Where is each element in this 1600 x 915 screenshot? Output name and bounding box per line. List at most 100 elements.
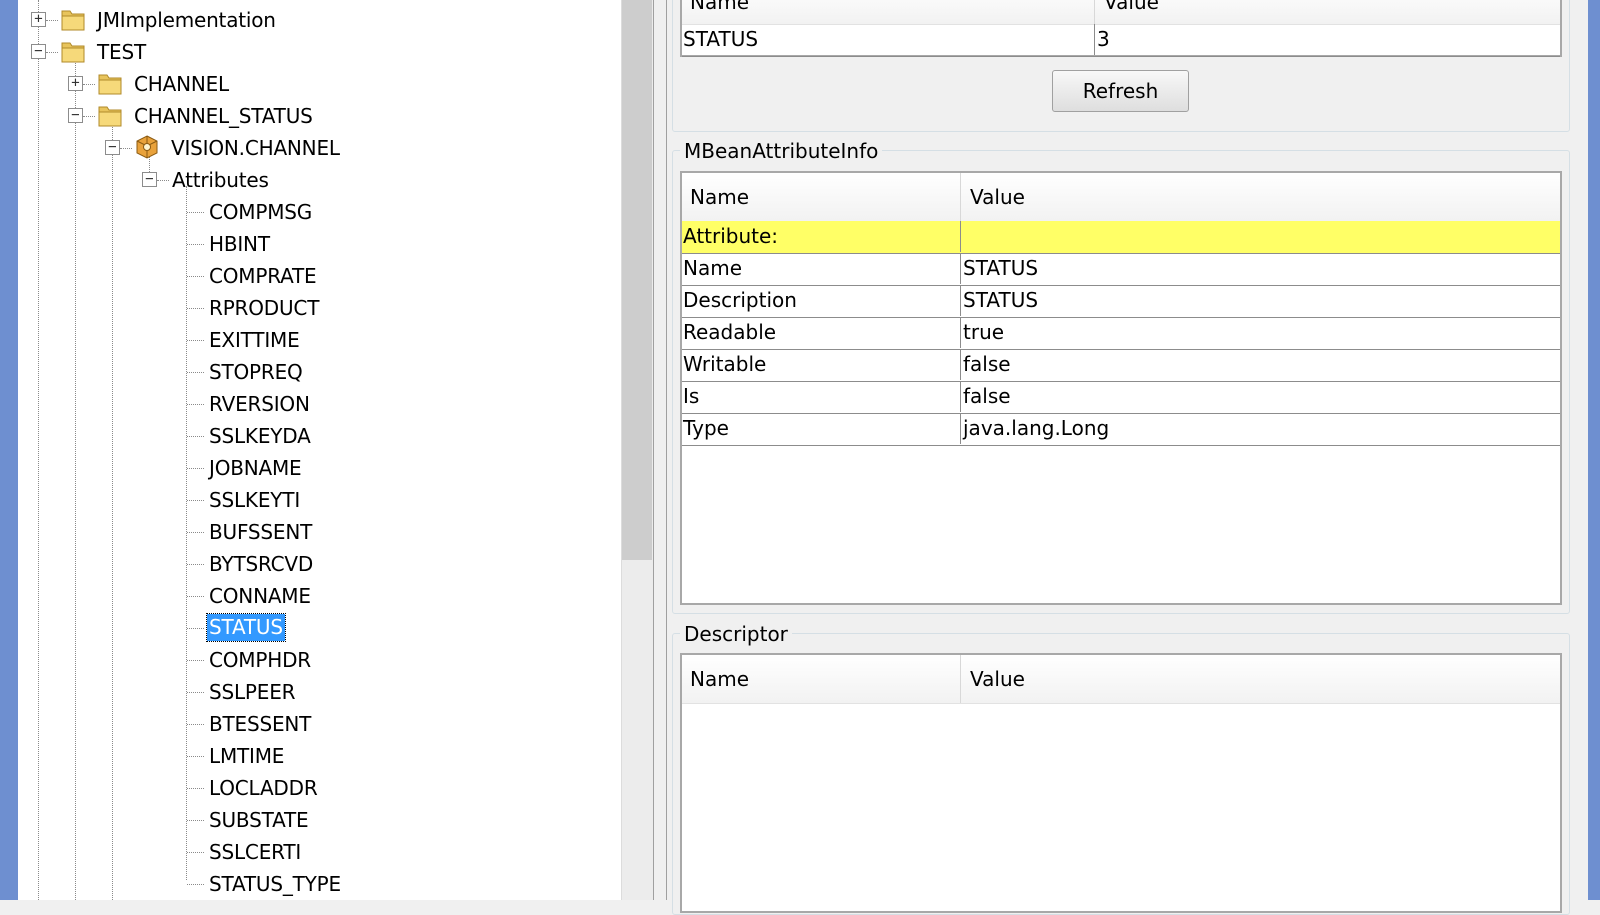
column-divider (960, 317, 961, 348)
tree-attribute-item[interactable]: BUFSSENT (209, 518, 312, 546)
tree-node-jmimplementation[interactable]: JMImplementation (97, 6, 276, 34)
table-header: Name Value (682, 0, 1560, 25)
tree-line (187, 212, 204, 213)
column-divider (960, 253, 961, 284)
window-left-border (0, 0, 18, 900)
tree-node-channel-status[interactable]: CHANNEL_STATUS (134, 102, 313, 130)
tree-line (186, 186, 187, 880)
table-row[interactable]: Writable false (682, 349, 1560, 382)
cell-value: java.lang.Long (963, 416, 1110, 440)
tree-scrollbar[interactable] (621, 0, 654, 900)
table-row[interactable]: Readable true (682, 317, 1560, 350)
tree-attribute-item[interactable]: BTESSENT (209, 710, 311, 738)
table-row[interactable]: STATUS 3 (682, 24, 1560, 57)
cell-name: STATUS (683, 27, 759, 51)
tree-attribute-item[interactable]: RVERSION (209, 390, 310, 418)
collapse-icon[interactable]: − (68, 108, 83, 123)
tree-line (38, 0, 39, 900)
cell-name: Name (683, 256, 743, 280)
cell-value[interactable]: 3 (1096, 24, 1110, 55)
column-header-name[interactable]: Name (682, 655, 749, 703)
expand-icon[interactable]: + (31, 12, 46, 27)
cell-name: Type (683, 416, 729, 440)
tree-line (187, 564, 204, 565)
window-right-border (1588, 0, 1600, 900)
cell-value: false (963, 384, 1011, 408)
tree-attribute-item[interactable]: LMTIME (209, 742, 284, 770)
collapse-icon[interactable]: − (142, 172, 157, 187)
cell-value: true (963, 320, 1005, 344)
column-header-value[interactable]: Value (962, 173, 1025, 221)
attribute-info-title: MBeanAttributeInfo (680, 139, 883, 163)
tree-attribute-item[interactable]: BYTSRCVD (209, 550, 313, 578)
column-divider (960, 381, 961, 412)
cell-value: false (963, 352, 1011, 376)
column-divider (960, 655, 961, 703)
collapse-icon[interactable]: − (31, 44, 46, 59)
tree-line (187, 276, 204, 277)
expand-icon[interactable]: + (68, 76, 83, 91)
column-header-value[interactable]: Value (962, 655, 1025, 703)
table-row[interactable]: Name STATUS (682, 253, 1560, 286)
tree-line (187, 724, 204, 725)
tree-attribute-item[interactable]: SSLKEYDA (209, 422, 311, 450)
column-divider (960, 413, 961, 444)
table-row[interactable]: Attribute: (682, 221, 1560, 254)
split-pane-divider[interactable] (653, 0, 667, 900)
table-row[interactable]: Description STATUS (682, 285, 1560, 318)
tree-attribute-item[interactable]: RPRODUCT (209, 294, 319, 322)
tree-line (187, 756, 204, 757)
tree-line (187, 436, 204, 437)
cell-name: Is (683, 384, 700, 408)
tree-attribute-item[interactable]: COMPRATE (209, 262, 317, 290)
tree-node-test[interactable]: TEST (97, 38, 146, 66)
column-header-name[interactable]: Name (682, 0, 749, 26)
tree-line (187, 532, 204, 533)
tree-attribute-item[interactable]: JOBNAME (209, 454, 302, 482)
tree-node-channel[interactable]: CHANNEL (134, 70, 229, 98)
column-divider (960, 285, 961, 316)
tree-line (187, 692, 204, 693)
tree-line (83, 116, 95, 117)
table-header: Name Value (682, 655, 1560, 704)
cell-name: Description (683, 288, 797, 312)
collapse-icon[interactable]: − (105, 140, 120, 155)
tree-line (187, 372, 204, 373)
folder-icon (61, 10, 85, 31)
table-row[interactable]: Is false (682, 381, 1560, 414)
tree-attribute-item[interactable]: EXITTIME (209, 326, 300, 354)
tree-attribute-item[interactable]: SSLPEER (209, 678, 296, 706)
tree-attribute-item[interactable]: LOCLADDR (209, 774, 318, 802)
tree-attribute-item[interactable]: STATUS_TYPE (209, 870, 341, 898)
cell-value: STATUS (963, 256, 1039, 280)
table-row[interactable]: Type java.lang.Long (682, 413, 1560, 446)
tree-attribute-item[interactable]: COMPMSG (209, 198, 312, 226)
mbean-tree[interactable]: + JMImplementation − TEST + CHANNEL − CH… (18, 0, 621, 900)
descriptor-table: Name Value (680, 653, 1562, 913)
tree-attribute-item[interactable]: HBINT (209, 230, 270, 258)
column-header-value[interactable]: Value (1096, 0, 1159, 26)
tree-attribute-item[interactable]: SUBSTATE (209, 806, 309, 834)
column-header-name[interactable]: Name (682, 173, 749, 221)
cell-name: Attribute: (683, 224, 779, 248)
refresh-button[interactable]: Refresh (1052, 70, 1189, 112)
column-divider (1094, 24, 1095, 55)
tree-attribute-item[interactable]: CONNAME (209, 582, 311, 610)
tree-line (187, 852, 204, 853)
tree-line (112, 122, 113, 900)
tree-line (187, 596, 204, 597)
tree-attribute-item[interactable]: STOPREQ (209, 358, 303, 386)
tree-line (187, 884, 204, 885)
folder-icon (98, 74, 122, 95)
tree-attribute-item[interactable]: COMPHDR (209, 646, 311, 674)
column-divider (960, 173, 961, 221)
tree-attribute-item[interactable]: SSLKEYTI (209, 486, 300, 514)
tree-node-vision-channel[interactable]: VISION.CHANNEL (171, 134, 340, 162)
tree-line (187, 340, 204, 341)
tree-line (75, 58, 76, 900)
column-divider (1094, 0, 1095, 24)
tree-node-attributes[interactable]: Attributes (172, 166, 269, 194)
scrollbar-thumb[interactable] (622, 0, 652, 560)
tree-attribute-item[interactable]: SSLCERTI (209, 838, 301, 866)
tree-attribute-item[interactable]: STATUS (206, 613, 286, 642)
